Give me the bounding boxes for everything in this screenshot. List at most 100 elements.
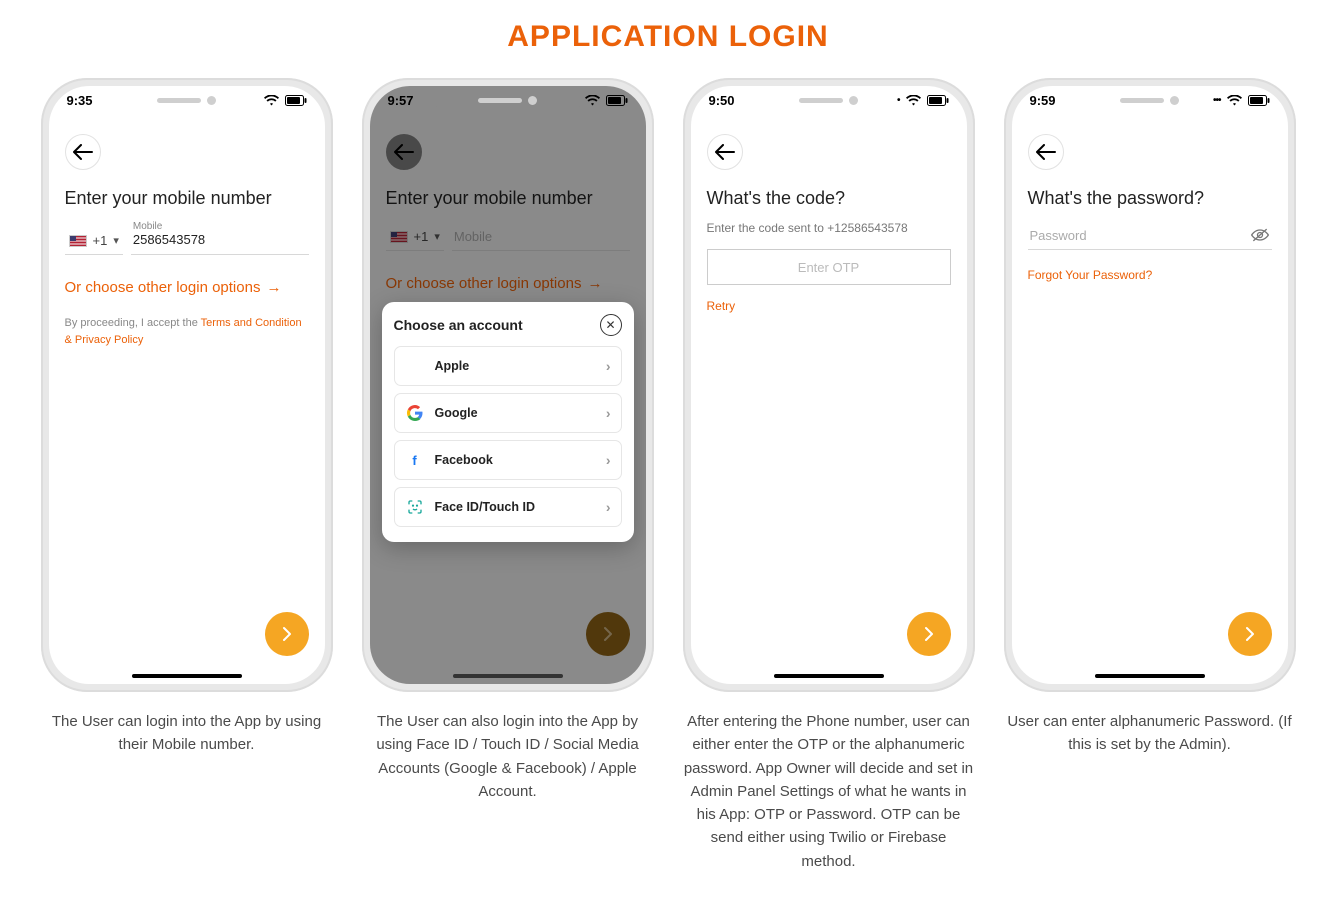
next-fab[interactable] [586, 612, 630, 656]
sheet-title: Choose an account [394, 317, 523, 333]
screen-heading: What's the password? [1028, 188, 1272, 209]
option-apple[interactable]: Apple › [394, 346, 622, 386]
country-code-text: +1 [414, 229, 429, 244]
chevron-right-icon [924, 626, 934, 642]
battery-icon [285, 95, 307, 106]
country-code-selector[interactable]: +1 ▾ [386, 221, 444, 251]
option-faceid[interactable]: Face ID/Touch ID › [394, 487, 622, 527]
terms-text: By proceeding, I accept the Terms and Co… [65, 315, 309, 348]
phone-mockup-3: 9:50 • What's the code? [683, 78, 975, 692]
screen-caption: The User can also login into the App by … [361, 710, 654, 803]
next-fab[interactable] [1228, 612, 1272, 656]
screen-caption: After entering the Phone number, user ca… [682, 710, 975, 873]
otp-input[interactable]: Enter OTP [707, 249, 951, 285]
apple-icon [405, 356, 425, 376]
close-icon: ✕ [605, 318, 615, 332]
arrow-right-icon: → [266, 279, 281, 296]
option-label: Apple [435, 359, 470, 373]
status-bar: 9:50 • [691, 86, 967, 114]
chevron-down-icon: ▾ [434, 230, 440, 243]
country-code-selector[interactable]: +1 ▾ [65, 225, 123, 255]
us-flag-icon [69, 235, 87, 247]
status-time: 9:35 [67, 93, 93, 108]
choose-account-sheet: Choose an account ✕ Apple › [382, 302, 634, 542]
screen-caption: The User can login into the App by using… [40, 710, 333, 757]
arrow-right-icon: → [587, 275, 602, 292]
mobile-placeholder: Mobile [454, 229, 628, 244]
arrow-left-icon [73, 144, 93, 160]
password-input[interactable]: Password [1028, 221, 1272, 250]
mobile-label: Mobile [133, 221, 307, 232]
otp-placeholder: Enter OTP [798, 260, 859, 275]
faceid-icon [405, 497, 425, 517]
chevron-right-icon: › [606, 499, 611, 515]
mobile-input[interactable]: Mobile [452, 229, 630, 251]
back-button[interactable] [386, 134, 422, 170]
code-subtitle: Enter the code sent to +12586543578 [707, 221, 951, 235]
mobile-value: 2586543578 [133, 232, 307, 248]
chevron-right-icon: › [606, 452, 611, 468]
wifi-icon [906, 95, 921, 106]
other-login-text: Or choose other login options [386, 275, 582, 292]
signal-icon: ••• [1213, 95, 1221, 106]
battery-icon [1248, 95, 1270, 106]
option-label: Google [435, 406, 478, 420]
screen-heading: Enter your mobile number [65, 188, 309, 209]
option-label: Facebook [435, 453, 493, 467]
close-button[interactable]: ✕ [600, 314, 622, 336]
phone-mockup-1: 9:35 Enter your mobile number [41, 78, 333, 692]
google-icon [405, 403, 425, 423]
status-bar: 9:35 [49, 86, 325, 114]
screen-heading: What's the code? [707, 188, 951, 209]
mobile-input[interactable]: Mobile 2586543578 [131, 221, 309, 255]
arrow-left-icon [1036, 144, 1056, 160]
other-login-link[interactable]: Or choose other login options → [386, 275, 603, 292]
option-label: Face ID/Touch ID [435, 500, 535, 514]
home-indicator [132, 674, 242, 678]
chevron-right-icon: › [606, 358, 611, 374]
phone-mockup-2: 9:57 Enter your mobile number [362, 78, 654, 692]
phone-mockup-4: 9:59 ••• What's the pas [1004, 78, 1296, 692]
arrow-left-icon [394, 144, 414, 160]
back-button[interactable] [707, 134, 743, 170]
forgot-password-link[interactable]: Forgot Your Password? [1028, 268, 1153, 282]
facebook-icon: f [405, 450, 425, 470]
home-indicator [1095, 674, 1205, 678]
other-login-text: Or choose other login options [65, 279, 261, 296]
battery-icon [927, 95, 949, 106]
us-flag-icon [390, 231, 408, 243]
country-code-text: +1 [93, 233, 108, 248]
option-google[interactable]: Google › [394, 393, 622, 433]
eye-off-icon[interactable] [1250, 227, 1270, 243]
chevron-right-icon [282, 626, 292, 642]
status-time: 9:50 [709, 93, 735, 108]
screen-heading: Enter your mobile number [386, 188, 630, 209]
chevron-right-icon: › [606, 405, 611, 421]
wifi-icon [264, 95, 279, 106]
screens-row: 9:35 Enter your mobile number [0, 78, 1336, 873]
next-fab[interactable] [907, 612, 951, 656]
arrow-left-icon [715, 144, 735, 160]
battery-icon [606, 95, 628, 106]
wifi-icon [585, 95, 600, 106]
status-time: 9:59 [1030, 93, 1056, 108]
chevron-right-icon [603, 626, 613, 642]
option-facebook[interactable]: f Facebook › [394, 440, 622, 480]
password-placeholder: Password [1030, 228, 1250, 243]
wifi-icon [1227, 95, 1242, 106]
home-indicator [774, 674, 884, 678]
screen-caption: User can enter alphanumeric Password. (I… [1003, 710, 1296, 757]
home-indicator [453, 674, 563, 678]
back-button[interactable] [1028, 134, 1064, 170]
status-time: 9:57 [388, 93, 414, 108]
chevron-down-icon: ▾ [113, 234, 119, 247]
page-title: APPLICATION LOGIN [0, 20, 1336, 54]
next-fab[interactable] [265, 612, 309, 656]
status-bar: 9:59 ••• [1012, 86, 1288, 114]
status-bar: 9:57 [370, 86, 646, 114]
signal-icon: • [897, 95, 900, 106]
other-login-link[interactable]: Or choose other login options → [65, 279, 282, 296]
retry-link[interactable]: Retry [707, 299, 736, 313]
chevron-right-icon [1245, 626, 1255, 642]
back-button[interactable] [65, 134, 101, 170]
